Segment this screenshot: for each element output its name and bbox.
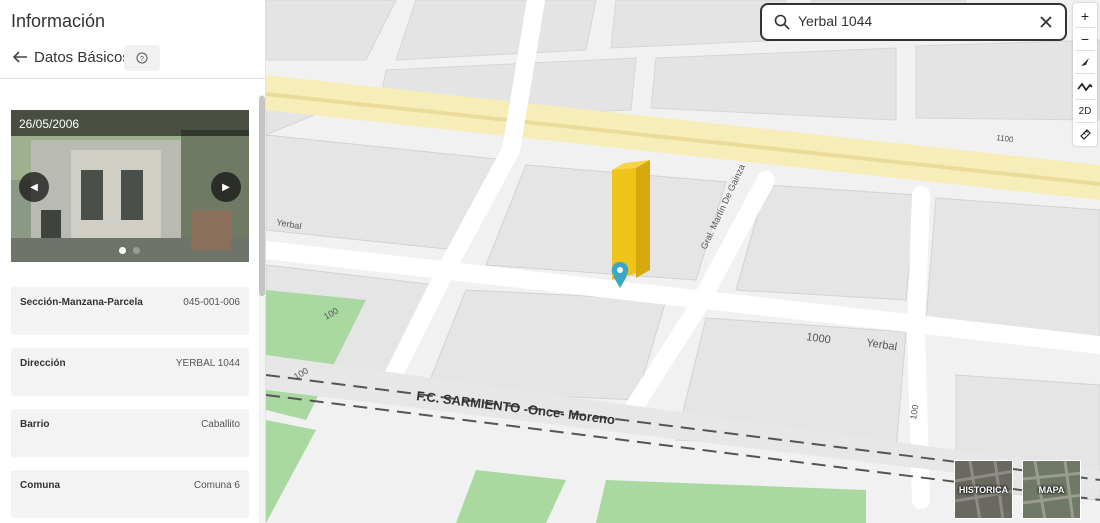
scrollbar-thumb[interactable] [259,96,265,296]
basemap-historica-button[interactable]: HISTORICA [954,460,1013,519]
photo-next-button[interactable]: ▶ [211,172,241,202]
photo-prev-button[interactable]: ◀ [19,172,49,202]
zigzag-icon [1077,82,1093,92]
field-label: Barrio [20,419,50,430]
triangle-right-icon: ▶ [222,181,230,193]
zoom-out-button[interactable]: − [1073,28,1097,50]
map-controls: + − 2D [1073,3,1097,146]
compass-button[interactable] [1073,51,1097,73]
help-button[interactable]: ? [124,45,160,71]
info-panel: Información Datos Básicos ? 26/05/2006 ◀… [0,0,266,523]
arrow-left-icon[interactable] [11,48,29,66]
close-icon[interactable] [1038,14,1054,30]
triangle-left-icon: ◀ [30,181,38,193]
section-title: Datos Básicos [34,49,130,66]
ruler-icon [1080,129,1091,140]
terrain-button[interactable] [1073,76,1097,98]
field-value: YERBAL 1044 [175,358,240,369]
zoom-in-button[interactable]: + [1073,5,1097,27]
basemap-label: MAPA [1038,485,1065,495]
view-2d-button[interactable]: 2D [1073,100,1097,122]
header-divider [0,78,265,79]
help-icon: ? [136,52,148,64]
map-canvas[interactable]: 1000 Yerbal Gral. Martín De Gainza F.C. … [266,0,1100,523]
photo-date: 26/05/2006 [19,117,80,131]
svg-text:?: ? [140,56,144,63]
basemap-label: HISTORICA [958,485,1009,495]
basemap-mapa-button[interactable]: MAPA [1022,460,1081,519]
back-button[interactable] [11,44,29,70]
search-box[interactable] [760,3,1067,41]
search-input[interactable] [798,13,1018,29]
carousel-dot[interactable] [119,247,126,254]
search-icon [774,14,790,30]
street-photo-carousel[interactable]: 26/05/2006 ◀ ▶ [11,110,249,262]
measure-button[interactable] [1073,123,1097,145]
field-card-address: Dirección YERBAL 1044 [11,348,249,396]
field-card-smp: Sección-Manzana-Parcela 045-001-006 [11,287,249,335]
field-value: Caballito [201,419,240,430]
field-label: Dirección [20,358,66,369]
map-3d[interactable]: 1000 Yerbal Gral. Martín De Gainza F.C. … [266,0,1100,523]
field-value: Comuna 6 [193,480,240,491]
field-card-barrio: Barrio Caballito [11,409,249,457]
control-divider [1075,73,1095,74]
field-label: Sección-Manzana-Parcela [20,297,143,308]
carousel-dot[interactable] [133,247,140,254]
field-value: 045-001-006 [183,297,240,308]
compass-icon [1081,58,1089,66]
panel-title: Información [11,11,106,31]
field-card-comuna: Comuna Comuna 6 [11,470,249,518]
field-label: Comuna [20,480,60,491]
